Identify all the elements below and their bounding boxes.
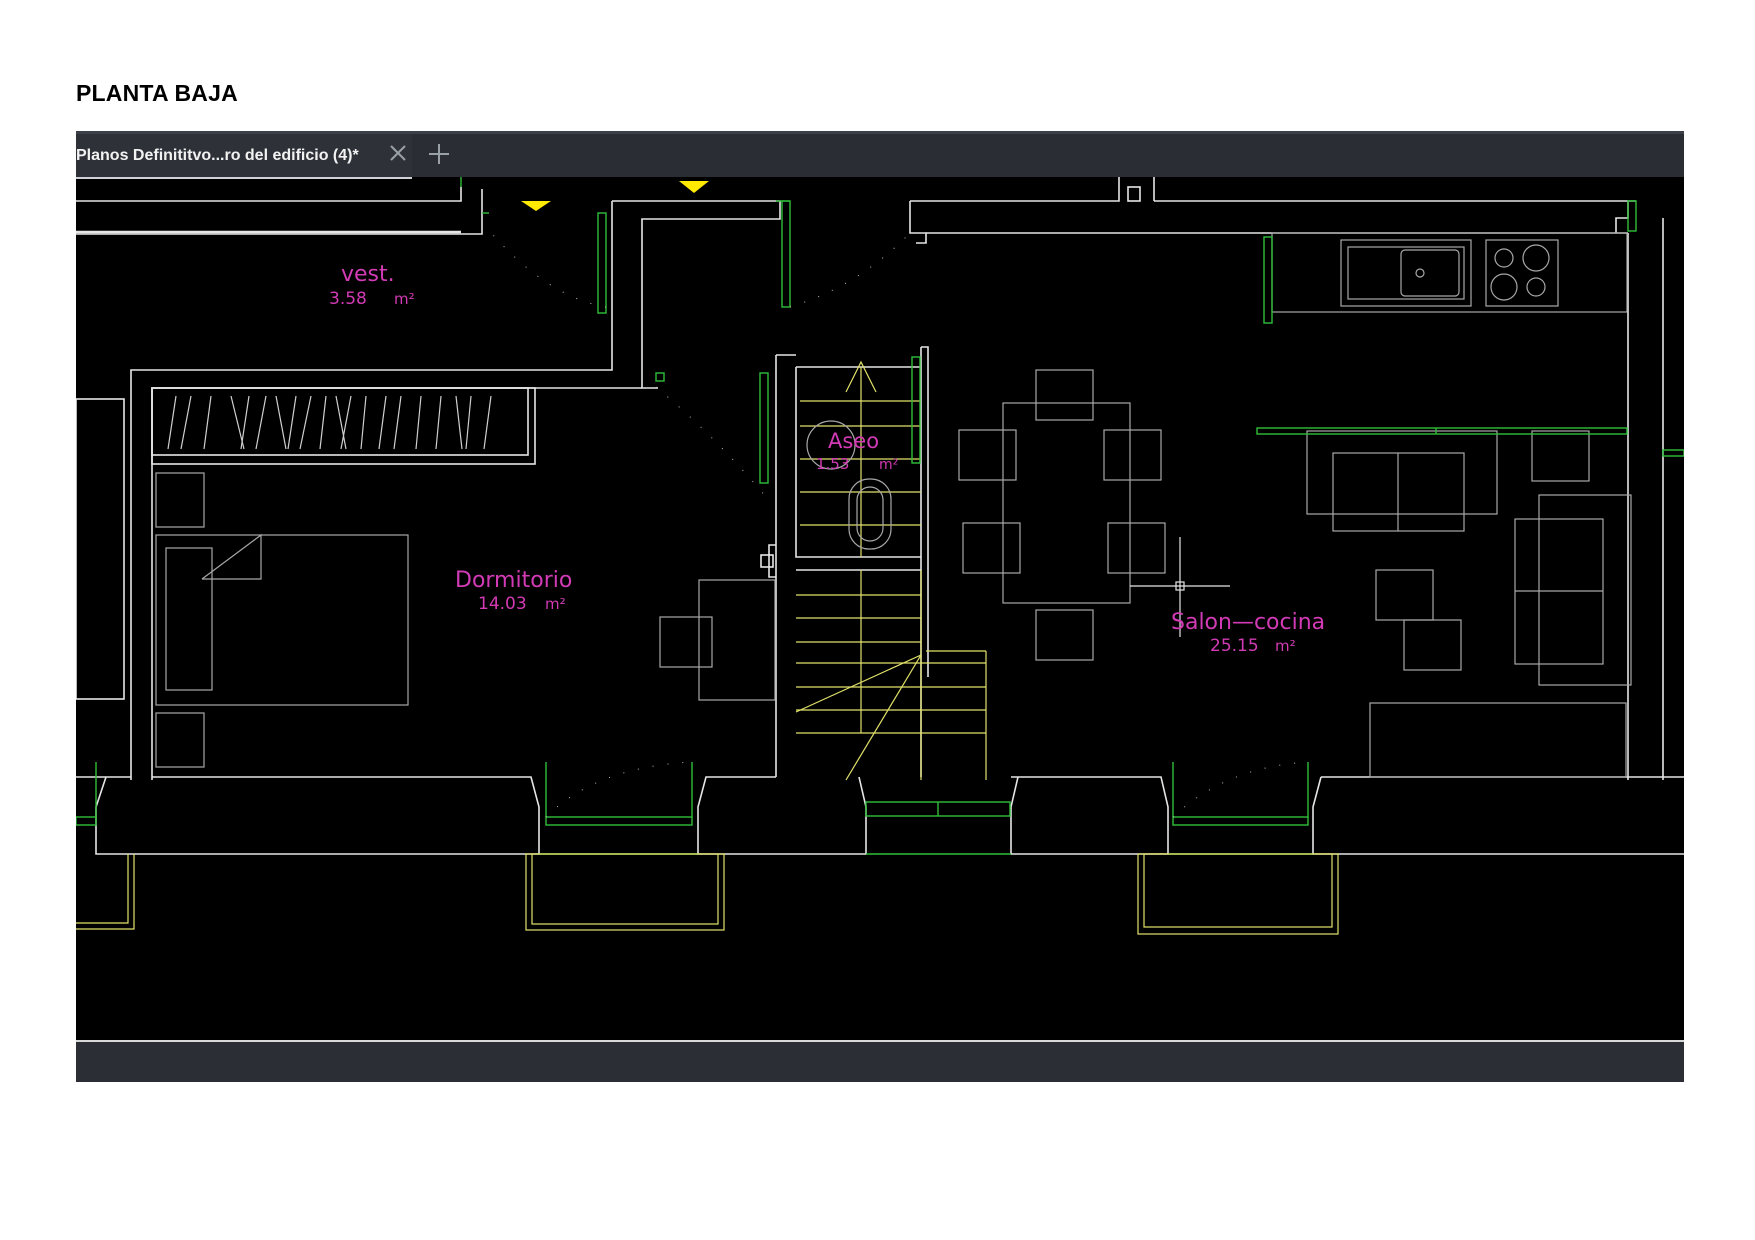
walls: [76, 177, 1684, 855]
cad-window: Planos Definititvo...ro del edificio (4)…: [76, 131, 1684, 1082]
drawing-tab-label: Planos Definititvo...ro del edificio (4)…: [76, 146, 359, 164]
room-name-salon-cocina: Salon—cocina: [1171, 610, 1325, 635]
room-name-dormitorio: Dormitorio: [455, 568, 572, 593]
stairs: [76, 360, 1339, 935]
drawing-canvas[interactable]: vest. 3.58 m² Dormitorio 14.03 m² Aseo 1…: [76, 177, 1684, 1041]
room-area-dormitorio: 14.03: [478, 594, 527, 614]
room-unit-salon-cocina: m²: [1275, 637, 1296, 655]
page-title: PLANTA BAJA: [76, 80, 238, 106]
wardrobe-hangers: [167, 395, 492, 450]
close-icon[interactable]: [388, 143, 408, 163]
elevation-markers: [521, 181, 709, 211]
room-name-vest: vest.: [341, 262, 395, 287]
door-swings: [485, 226, 1309, 818]
status-bar: [76, 1040, 1684, 1082]
room-name-aseo: Aseo: [828, 429, 879, 453]
room-area-vest: 3.58: [329, 289, 367, 309]
room-area-salon-cocina: 25.15: [1210, 636, 1259, 656]
bedroom-furniture: [155, 472, 776, 768]
room-unit-aseo: m²: [879, 457, 898, 473]
room-labels: vest. 3.58 m² Dormitorio 14.03 m² Aseo 1…: [329, 262, 1325, 656]
room-unit-dormitorio: m²: [545, 595, 566, 613]
drawing-tab[interactable]: Planos Definititvo...ro del edificio (4)…: [76, 134, 412, 179]
tab-bar: Planos Definititvo...ro del edificio (4)…: [76, 131, 1684, 179]
plus-icon[interactable]: [426, 141, 452, 167]
room-area-aseo: 1.53: [816, 455, 849, 473]
room-unit-vest: m²: [394, 290, 415, 308]
living-furniture: [958, 232, 1632, 778]
windows: [76, 177, 1684, 826]
